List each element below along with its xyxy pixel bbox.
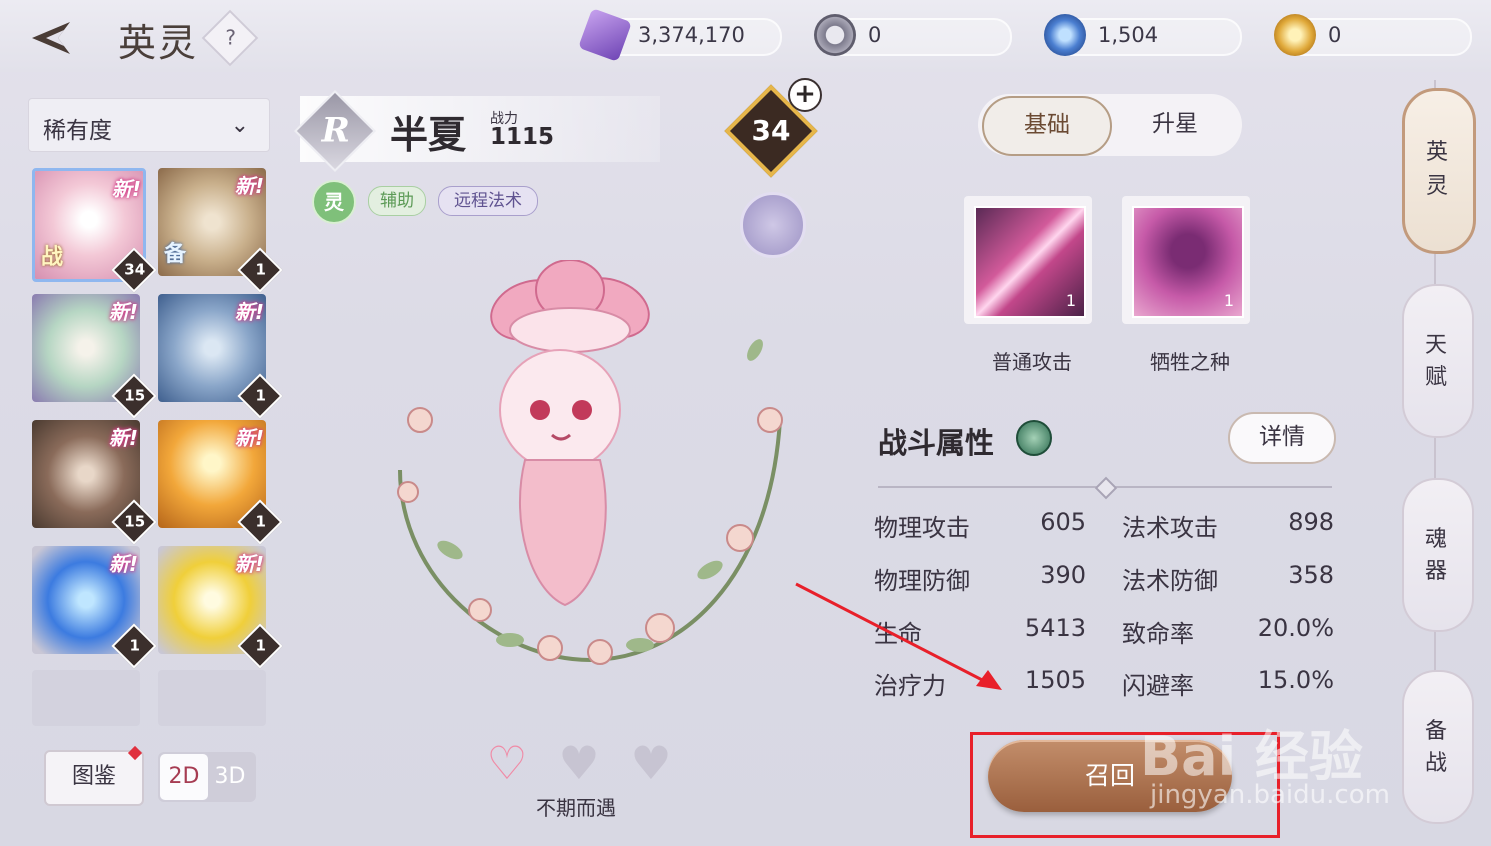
- stat-value: 605: [1040, 508, 1086, 536]
- skill-slot-sacrifice-seed[interactable]: 1: [1122, 196, 1250, 324]
- power-value: 1115: [490, 124, 555, 150]
- annotation-arrow-icon: [795, 582, 1002, 690]
- sort-dropdown[interactable]: 稀有度 ⌄: [28, 98, 270, 152]
- stat-value: 20.0%: [1257, 614, 1334, 642]
- heart-filled-icon[interactable]: ♡: [482, 740, 532, 786]
- level-up-button[interactable]: +: [788, 78, 822, 112]
- blue-spiral-icon: [1044, 14, 1086, 56]
- empty-slot: [158, 670, 266, 726]
- stat-value: 898: [1288, 508, 1334, 536]
- page-title: 英灵: [118, 21, 199, 65]
- currency-spiral[interactable]: 1,504: [1044, 14, 1242, 56]
- currency-crystal[interactable]: 3,374,170: [578, 8, 782, 62]
- stat-name: 物理攻击: [874, 514, 970, 542]
- skill-name: 牺牲之种: [1150, 350, 1230, 374]
- detail-button[interactable]: 详情: [1228, 412, 1336, 464]
- codex-button[interactable]: 图鉴: [44, 750, 144, 806]
- currency-gold[interactable]: 0: [1274, 14, 1472, 56]
- divider-ornament: [1094, 476, 1118, 500]
- stat-value: 15.0%: [1257, 666, 1334, 694]
- stat-name: 闪避率: [1122, 672, 1194, 700]
- heart-locked-icon[interactable]: ♥: [554, 740, 604, 786]
- section-title: 战斗属性: [878, 426, 995, 460]
- view-mode-toggle[interactable]: 2D 3D: [158, 752, 256, 802]
- view-3d-option[interactable]: 3D: [208, 754, 252, 800]
- currency-compass[interactable]: 0: [814, 14, 1012, 56]
- stat-name: 致命率: [1122, 620, 1194, 648]
- empty-slot: [32, 670, 140, 726]
- chevron-down-icon: ⌄: [230, 113, 249, 138]
- element-badge: 灵: [312, 180, 356, 224]
- side-tab-prepare[interactable]: 备 战: [1402, 670, 1474, 824]
- hero-name: 半夏: [390, 113, 467, 157]
- stat-name: 法术攻击: [1122, 514, 1218, 542]
- side-tab-hero[interactable]: 英 灵: [1402, 88, 1476, 254]
- side-tab-soul-gear[interactable]: 魂 器: [1402, 478, 1474, 632]
- skill-slot-normal-attack[interactable]: 1: [964, 196, 1092, 324]
- attribute-emblem-icon: [1016, 420, 1052, 456]
- skill-name: 普通攻击: [992, 350, 1072, 374]
- heart-locked-icon[interactable]: ♥: [626, 740, 676, 786]
- role-tag: 辅助: [368, 186, 426, 216]
- watermark-url: jingyan.baidu.com: [1150, 780, 1390, 810]
- faction-emblem-icon[interactable]: [740, 192, 806, 258]
- stat-name: 法术防御: [1122, 567, 1218, 595]
- stat-value: 358: [1288, 561, 1334, 589]
- tab-star-up[interactable]: 升星: [1120, 96, 1230, 152]
- hero-portrait: [397, 260, 783, 665]
- gold-coin-icon: [1274, 14, 1316, 56]
- bond-label: 不期而遇: [536, 796, 616, 820]
- side-tab-talent[interactable]: 天 赋: [1402, 284, 1474, 438]
- attack-type-tag: 远程法术: [438, 186, 538, 216]
- back-arrow-icon[interactable]: [28, 16, 88, 60]
- compass-coin-icon: [814, 14, 856, 56]
- tab-basic[interactable]: 基础: [982, 96, 1112, 156]
- view-2d-option[interactable]: 2D: [160, 754, 208, 800]
